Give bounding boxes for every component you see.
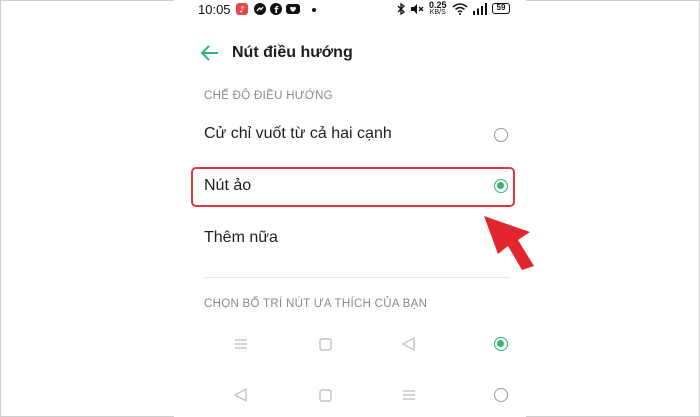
svg-text:♪: ♪ [239, 6, 245, 16]
bluetooth-icon [397, 3, 406, 15]
section-title-button-layout: CHỌN BỐ TRÍ NÚT ƯA THÍCH CỦA BẠN [204, 298, 428, 310]
red-pointer-arrow-icon [484, 216, 534, 270]
wifi-icon [452, 3, 468, 15]
divider [204, 277, 510, 278]
svg-text:f: f [275, 6, 279, 15]
square-icon [319, 338, 332, 351]
option-gesture-radio[interactable] [494, 128, 508, 142]
layout-option-2-radio[interactable] [494, 388, 508, 402]
messenger-icon [254, 3, 266, 15]
phone-screen: 10:05 ♪ f 0.25 KB/S 59 Nút điều hướng CH… [174, 0, 526, 417]
heart-chat-icon [286, 4, 300, 14]
layout-option-1-radio[interactable] [494, 337, 508, 351]
layout-option-1[interactable] [174, 335, 526, 355]
menu-icon [403, 390, 415, 400]
triangle-left-icon [402, 337, 415, 351]
network-speed-value: 0.25 [429, 0, 447, 10]
app-notification-icon: ♪ [236, 3, 248, 15]
status-bar: 10:05 ♪ f 0.25 KB/S 59 [174, 0, 526, 22]
option-virtual-buttons-radio[interactable] [494, 179, 508, 193]
network-speed-unit: KB/S [429, 9, 446, 16]
square-icon [319, 389, 332, 402]
more-options-item[interactable]: Thêm nữa [204, 229, 278, 247]
layout-option-2[interactable] [174, 386, 526, 406]
facebook-icon: f [270, 3, 282, 15]
menu-icon [235, 339, 247, 349]
battery-indicator: 59 [492, 3, 510, 14]
back-arrow-icon[interactable] [200, 44, 220, 62]
section-title-navigation-mode: CHẾ ĐỘ ĐIỀU HƯỚNG [204, 90, 333, 102]
signal-icon [473, 3, 487, 15]
mute-icon [411, 4, 424, 14]
option-gesture-label[interactable]: Cử chỉ vuốt từ cả hai cạnh [204, 125, 392, 143]
network-speed: 0.25 KB/S [429, 1, 447, 17]
triangle-left-icon [234, 388, 247, 402]
more-notifications-dot [312, 8, 316, 12]
status-time: 10:05 [198, 2, 231, 17]
page-title: Nút điều hướng [232, 44, 353, 61]
option-virtual-buttons-label[interactable]: Nút ảo [204, 177, 251, 195]
